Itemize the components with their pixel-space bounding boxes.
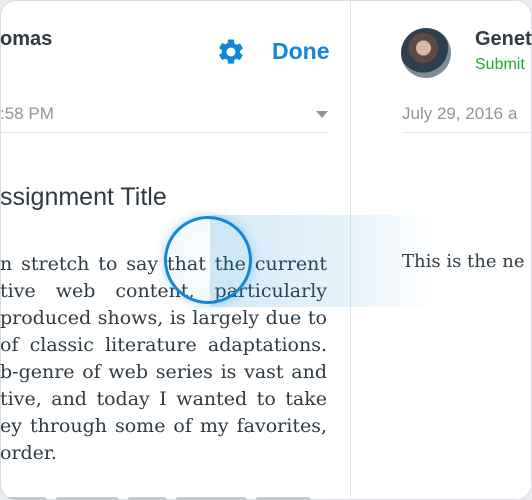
student-name: Genet bbox=[475, 28, 532, 50]
divider bbox=[402, 132, 532, 133]
submission-body: This is the ne bbox=[402, 251, 525, 272]
body-line: of classic literature adaptations. bbox=[0, 334, 327, 356]
avatar bbox=[401, 28, 451, 78]
clipped-text-line bbox=[0, 488, 327, 500]
body-line: n stretch to say that the current bbox=[0, 253, 327, 275]
divider bbox=[0, 132, 328, 133]
submission-date: July 29, 2016 a bbox=[402, 104, 518, 123]
body-line: tive web content, particularly bbox=[0, 280, 327, 302]
body-line: tive, and today I wanted to take bbox=[0, 388, 327, 410]
status-badge: Submit bbox=[475, 56, 525, 73]
done-button[interactable]: Done bbox=[272, 38, 330, 65]
chevron-down-icon[interactable] bbox=[316, 111, 328, 118]
assignment-title: ssignment Title bbox=[0, 183, 167, 211]
body-line: produced shows, is largely due to bbox=[0, 307, 327, 329]
submission-time: :58 PM bbox=[0, 104, 54, 123]
submission-body: n stretch to say that the current tive w… bbox=[0, 251, 327, 467]
app-window: omas Done :58 PM ssignment Title n stret… bbox=[0, 0, 532, 500]
student-name: omas bbox=[0, 28, 53, 50]
pane-divider bbox=[350, 0, 351, 500]
gear-icon[interactable] bbox=[216, 37, 246, 67]
body-line: ey through some of my favorites, bbox=[0, 415, 327, 437]
body-line: order. bbox=[0, 442, 57, 464]
body-line: b-genre of web series is vast and bbox=[0, 361, 327, 383]
